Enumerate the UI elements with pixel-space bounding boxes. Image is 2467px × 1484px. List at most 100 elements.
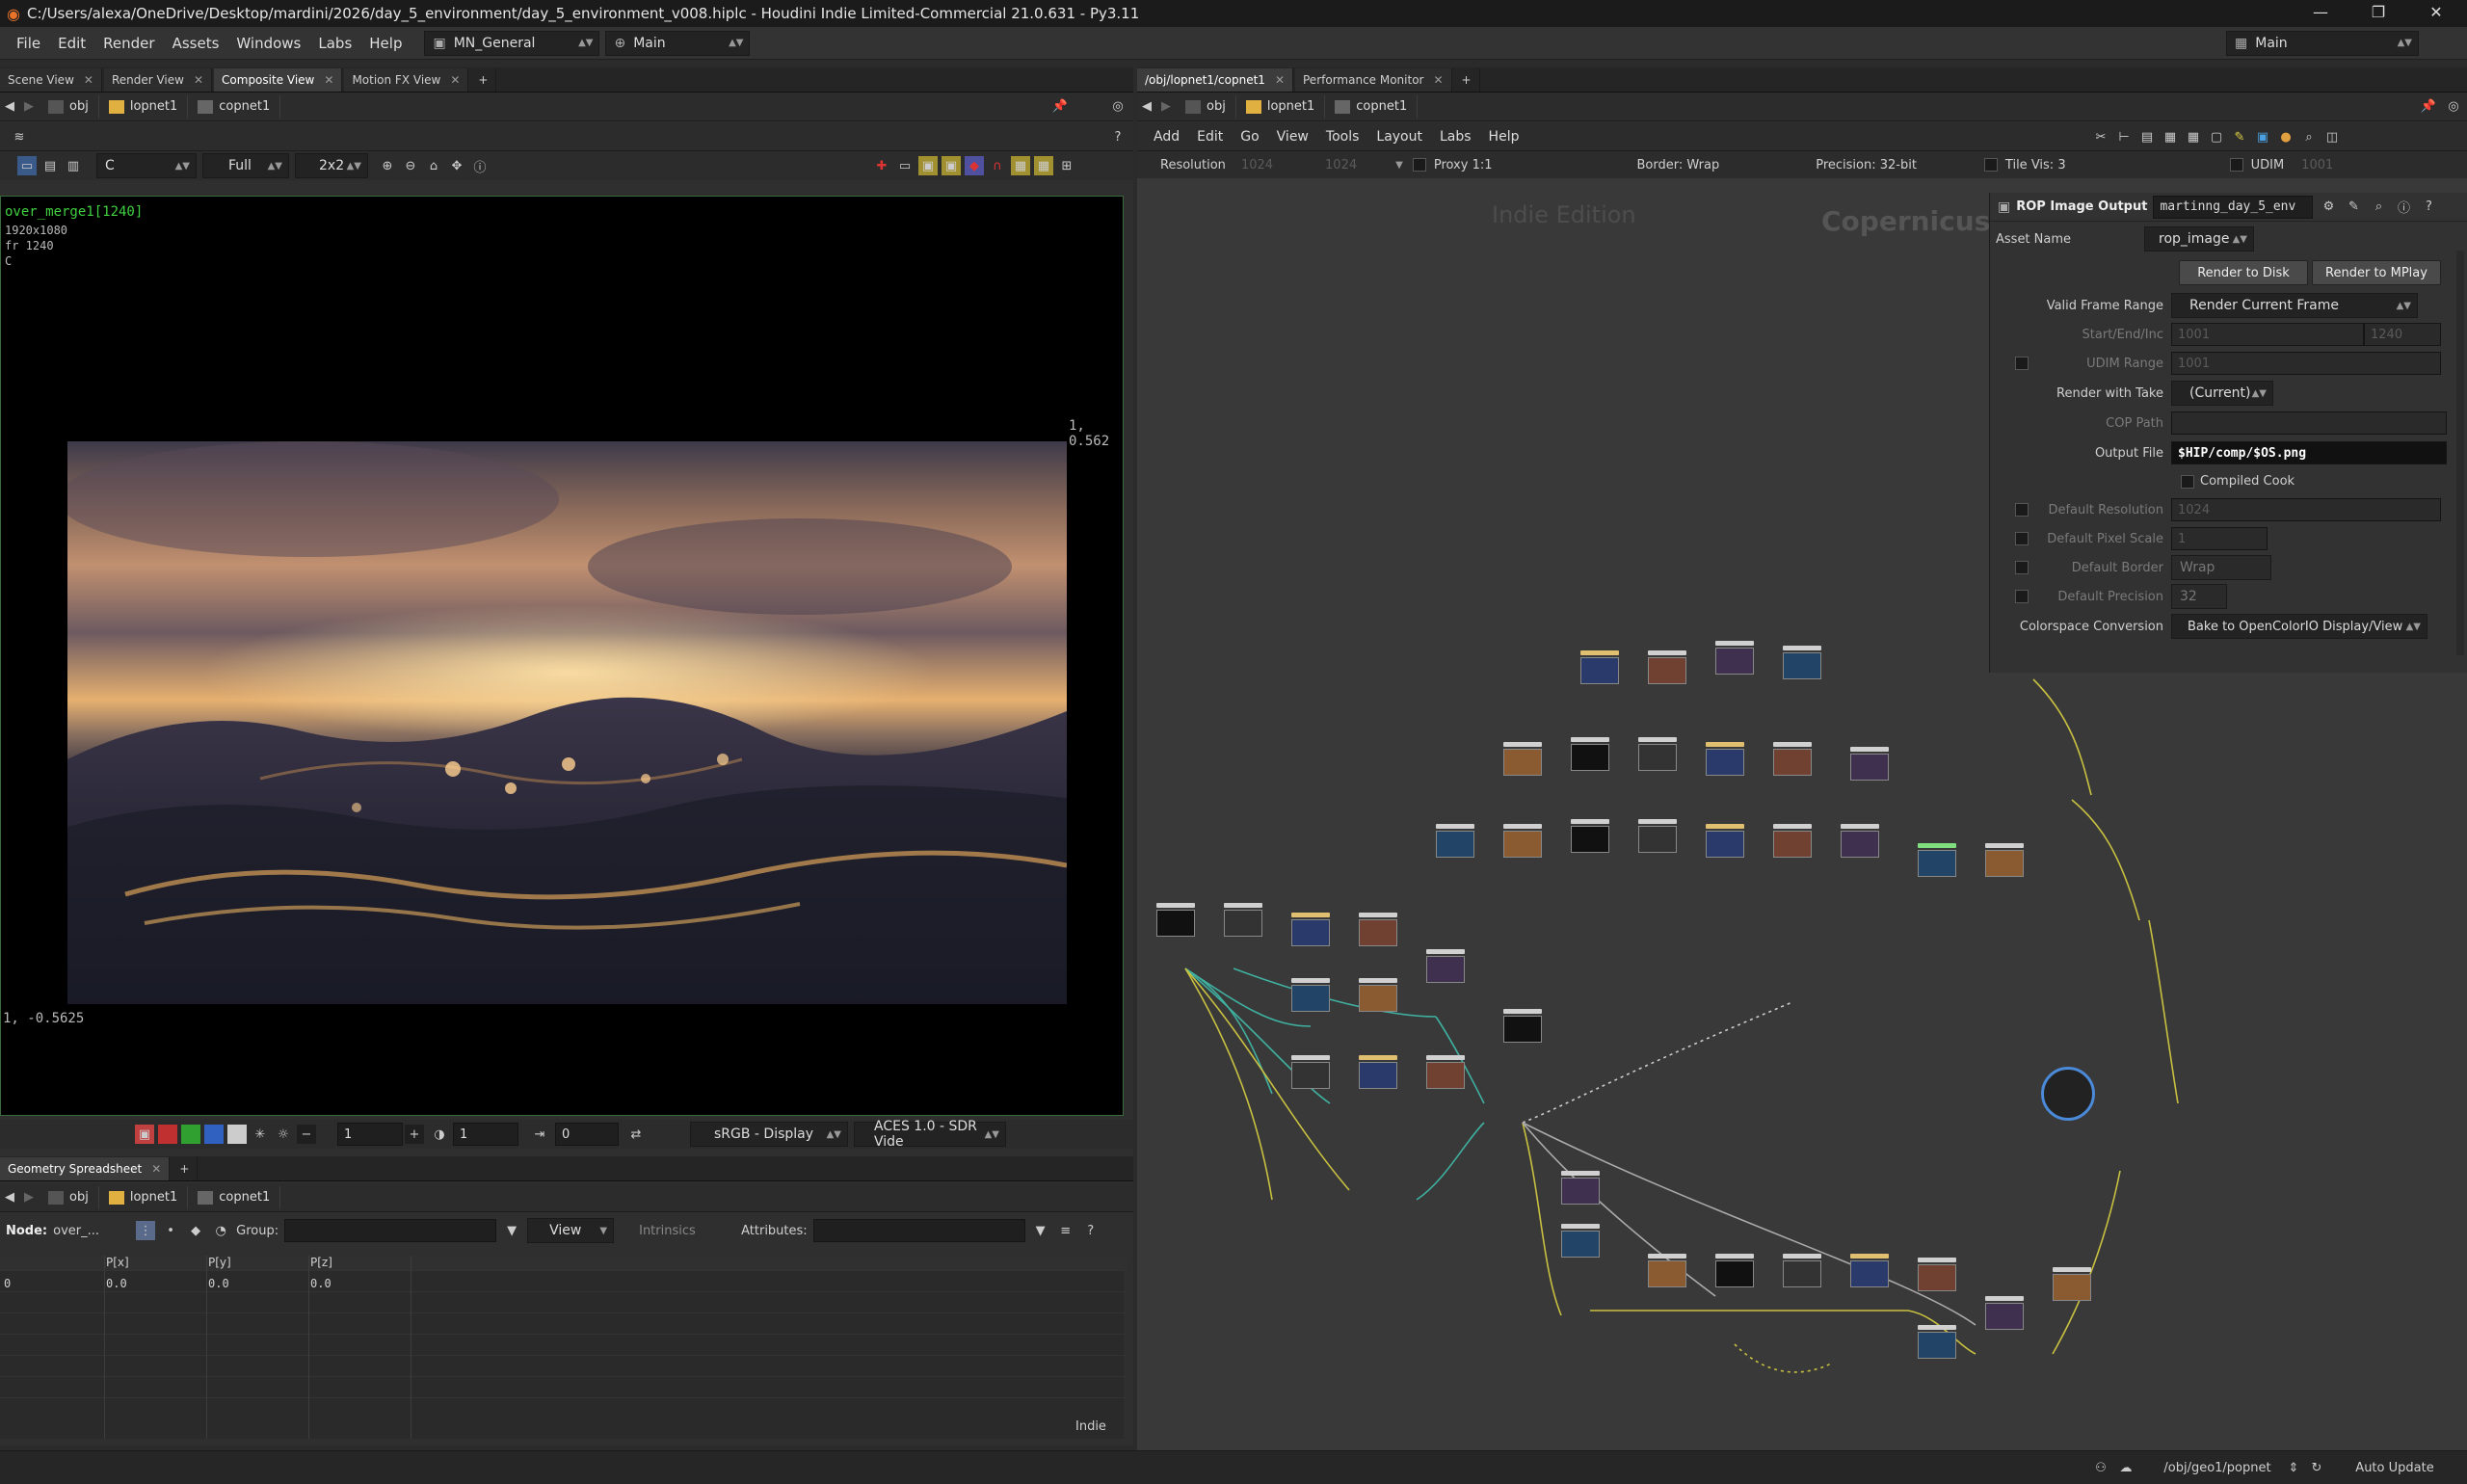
tree-icon[interactable]: ⊢ — [2114, 127, 2134, 146]
link-icon[interactable]: ◎ — [1108, 97, 1127, 117]
close-tab-icon[interactable]: ✕ — [151, 1162, 161, 1176]
network-node[interactable] — [1561, 1171, 1600, 1207]
desktop-dropdown[interactable]: ▣ MN_General ▲▼ — [424, 30, 600, 56]
path-crumb-obj[interactable]: obj — [1176, 94, 1236, 119]
display-dropdown[interactable]: sRGB - Display ▲▼ — [690, 1122, 848, 1147]
cloud-icon[interactable]: ☁ — [2116, 1458, 2135, 1477]
split-view-icon[interactable]: ▤ — [40, 156, 60, 175]
network-node[interactable] — [1918, 843, 1956, 880]
udim-checkbox[interactable] — [2229, 158, 2243, 172]
table-row[interactable]: 0 0.0 0.0 0.0 — [0, 1277, 1127, 1292]
close-tab-icon[interactable]: ✕ — [324, 73, 333, 87]
network-node[interactable] — [1571, 737, 1609, 774]
gamma-icon[interactable]: ☼ — [274, 1125, 293, 1144]
resolution-dropdown[interactable]: Full ▲▼ — [202, 153, 289, 178]
network-node[interactable] — [1436, 824, 1474, 861]
network-node[interactable] — [1715, 641, 1754, 677]
network-node[interactable] — [1850, 1254, 1889, 1290]
path-crumb-copnet[interactable]: copnet1 — [188, 1185, 281, 1209]
render-to-mplay-button[interactable]: Render to MPlay — [2312, 260, 2441, 285]
help-icon[interactable]: ? — [1081, 1221, 1101, 1240]
image-icon[interactable]: ▣ — [2253, 127, 2272, 146]
exposure-icon[interactable]: ✳ — [251, 1125, 270, 1144]
asset-name-dropdown[interactable]: rop_image ▲▼ — [2144, 226, 2254, 252]
table-view-icon[interactable]: ▦ — [2184, 127, 2203, 146]
tile-vis-checkbox[interactable] — [1983, 158, 1998, 172]
channel-dropdown[interactable]: C ▲▼ — [96, 153, 197, 178]
context-dropdown[interactable]: ⊕ Main ▲▼ — [605, 30, 751, 56]
grid-view-icon[interactable]: ▦ — [2161, 127, 2180, 146]
help-icon[interactable]: ? — [1108, 127, 1127, 146]
tab-motion-fx-view[interactable]: Motion FX View ✕ — [344, 68, 469, 92]
network-node[interactable] — [1291, 978, 1330, 1015]
zoom-out-icon[interactable]: ⊖ — [401, 156, 420, 175]
fullscreen-icon[interactable]: ⊞ — [1057, 156, 1076, 175]
rop-output-node[interactable] — [2041, 1067, 2095, 1121]
intrinsics-toggle[interactable]: Intrinsics — [620, 1224, 735, 1238]
network-node[interactable] — [1985, 1296, 2024, 1333]
network-node[interactable] — [1638, 737, 1677, 774]
network-node[interactable] — [1359, 978, 1397, 1015]
zoom-in-icon[interactable]: ⊕ — [378, 156, 397, 175]
network-node[interactable] — [1426, 949, 1465, 986]
layout-icon[interactable]: ▦ — [1034, 156, 1053, 175]
network-node[interactable] — [1426, 1055, 1465, 1092]
search-icon[interactable]: ⌕ — [2369, 198, 2388, 217]
param-scrollbar[interactable] — [2456, 251, 2464, 655]
menu-assets[interactable]: Assets — [164, 35, 228, 52]
frame-range-dropdown[interactable]: Render Current Frame ▲▼ — [2171, 293, 2418, 318]
sticky-note-icon[interactable]: ▢ — [2207, 127, 2226, 146]
home-icon[interactable]: ⌂ — [424, 156, 443, 175]
histogram-icon[interactable]: ▥ — [64, 156, 83, 175]
maximize-icon[interactable]: ❐ — [2351, 0, 2405, 27]
help-icon[interactable]: ? — [2419, 198, 2438, 217]
close-tab-icon[interactable]: ✕ — [1433, 73, 1443, 87]
tab-scene-view[interactable]: Scene View ✕ — [0, 68, 102, 92]
primitives-icon[interactable]: ◆ — [186, 1221, 205, 1240]
contrast-icon[interactable]: ◑ — [430, 1125, 449, 1144]
node-name-field[interactable]: martinng_day_5_env — [2153, 195, 2314, 219]
back-arrow-icon[interactable]: ◀ — [0, 97, 19, 117]
pin-icon[interactable]: 📌 — [2419, 97, 2438, 117]
close-tab-icon[interactable]: ✕ — [84, 73, 93, 87]
info-icon[interactable]: ⓘ — [2394, 198, 2413, 217]
right-desktop-dropdown[interactable]: ▦ Main ▲▼ — [2226, 30, 2419, 56]
path-crumb-lopnet[interactable]: lopnet1 — [99, 1185, 189, 1209]
tab-composite-view[interactable]: Composite View ✕ — [214, 68, 343, 92]
network-node[interactable] — [1773, 742, 1812, 779]
tab-render-view[interactable]: Render View ✕ — [103, 68, 213, 92]
region-icon[interactable]: ▭ — [895, 156, 915, 175]
path-crumb-copnet[interactable]: copnet1 — [188, 94, 281, 119]
rgb-channel-icon[interactable]: ▣ — [135, 1125, 154, 1144]
forward-arrow-icon[interactable]: ▶ — [19, 1188, 39, 1207]
path-crumb-copnet[interactable]: copnet1 — [1325, 94, 1419, 119]
res-dropdown-arrow[interactable]: ▼ — [1395, 160, 1403, 171]
composite-viewport[interactable]: over_merge1[1240] 1920x1080 fr 1240 C 1,… — [0, 196, 1124, 1116]
frame-icon[interactable]: ✥ — [447, 156, 466, 175]
layers-icon[interactable]: ≋ — [10, 127, 29, 146]
network-menu-view[interactable]: View — [1268, 129, 1317, 145]
forward-arrow-icon[interactable]: ▶ — [19, 97, 39, 117]
add-tab-button[interactable]: + — [172, 1157, 199, 1180]
view-mode-icon[interactable]: ▭ — [17, 156, 37, 175]
colorspace-dropdown[interactable]: Bake to OpenColorIO Display/View ▲▼ — [2171, 614, 2427, 639]
tile-grid-icon[interactable]: ▦ — [1011, 156, 1030, 175]
render-to-disk-button[interactable]: Render to Disk — [2179, 260, 2308, 285]
note-icon[interactable]: ✎ — [2230, 127, 2249, 146]
network-node[interactable] — [2053, 1267, 2091, 1304]
path-crumb-lopnet[interactable]: lopnet1 — [99, 94, 189, 119]
close-tab-icon[interactable]: ✕ — [450, 73, 460, 87]
network-node[interactable] — [1648, 650, 1686, 687]
network-node[interactable] — [1561, 1224, 1600, 1260]
res-y-field[interactable]: 1024 — [1325, 158, 1357, 172]
tab-performance-monitor[interactable]: Performance Monitor ✕ — [1295, 68, 1452, 92]
network-node[interactable] — [1571, 819, 1609, 856]
network-node[interactable] — [1648, 1254, 1686, 1290]
network-node[interactable] — [1359, 1055, 1397, 1092]
network-node[interactable] — [1503, 1009, 1542, 1046]
refresh-icon[interactable]: ↻ — [2307, 1458, 2326, 1477]
info-icon[interactable]: ⓘ — [470, 156, 490, 175]
add-tab-button[interactable]: + — [470, 68, 497, 92]
output-file-field[interactable]: $HIP/comp/$OS.png — [2171, 441, 2447, 464]
network-menu-add[interactable]: Add — [1145, 129, 1188, 145]
